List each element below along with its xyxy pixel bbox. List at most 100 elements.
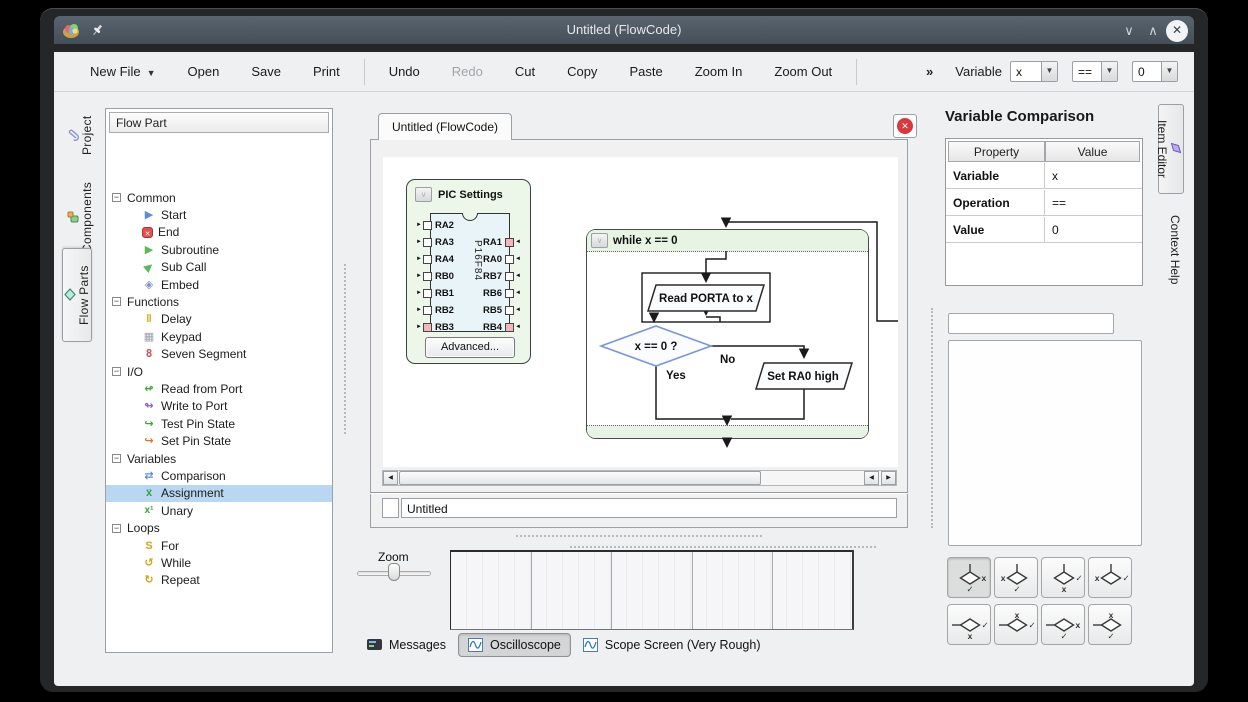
collapse-button[interactable]: ∨ (415, 187, 432, 202)
zoom-slider-thumb[interactable] (388, 563, 400, 581)
bottom-tab-scope-screen-very-rough[interactable]: Scope Screen (Very Rough) (574, 634, 770, 656)
pin-rb1[interactable]: ►RB1 (416, 287, 456, 299)
decision-layout-left-x-top-check-right[interactable]: x✓ (994, 604, 1038, 645)
chevron-down-icon[interactable]: ▼ (1101, 62, 1117, 81)
advanced-button[interactable]: Advanced... (425, 337, 515, 358)
tree-collapse-icon[interactable]: − (112, 193, 121, 202)
tree-item-i-o[interactable]: −I/O (106, 363, 332, 380)
splitter-handle[interactable] (931, 308, 933, 528)
maximize-button[interactable]: ∧ (1144, 23, 1162, 39)
tree-collapse-icon[interactable]: − (112, 524, 121, 533)
toolbar-button-new-file[interactable]: New File▼ (74, 59, 172, 84)
items-listbox[interactable] (948, 340, 1142, 546)
scrollbar-thumb[interactable] (399, 471, 761, 485)
table-cell[interactable]: x (1045, 163, 1142, 189)
tree-collapse-icon[interactable]: − (112, 367, 121, 376)
tree-item-for[interactable]: For (106, 537, 332, 554)
pin-checkbox[interactable] (505, 306, 514, 315)
close-button[interactable]: ✕ (1166, 20, 1188, 42)
tree-item-variables[interactable]: −Variables (106, 450, 332, 467)
tree-item-sub-call[interactable]: Sub Call (106, 259, 332, 276)
pin-ra4[interactable]: ►RA4 (416, 253, 456, 265)
bottom-tab-messages[interactable]: Messages (358, 634, 455, 656)
pin-ra0[interactable]: RA0◄ (481, 253, 521, 265)
tab-project[interactable]: Project (66, 102, 94, 168)
toolbar-button-cut[interactable]: Cut (499, 59, 551, 84)
decision-layout-left-x-bottom-check-right[interactable]: x✓ (947, 604, 991, 645)
pin-checkbox[interactable] (423, 272, 432, 281)
variable-select[interactable]: x ▼ (1010, 61, 1058, 82)
macro-name-field[interactable]: Untitled (401, 498, 897, 518)
pin-checkbox[interactable] (423, 289, 432, 298)
toolbar-button-save[interactable]: Save (235, 59, 297, 84)
pin-ra3[interactable]: ►RA3 (416, 236, 456, 248)
table-cell[interactable]: == (1045, 190, 1142, 216)
tree-item-start[interactable]: Start (106, 206, 332, 223)
tree-item-assignment[interactable]: Assignment (106, 485, 332, 502)
tree-collapse-icon[interactable]: − (112, 454, 121, 463)
tree-item-delay[interactable]: Delay (106, 311, 332, 328)
tree-item-common[interactable]: −Common (106, 189, 332, 206)
tab-flow-parts[interactable]: Flow Parts (62, 248, 92, 342)
decision-layout-top-x-right-check-bottom[interactable]: x✓ (947, 557, 991, 598)
tree-item-loops[interactable]: −Loops (106, 520, 332, 537)
decision-layout-top-x-bottom-check-right[interactable]: x✓ (1041, 557, 1085, 598)
splitter-handle[interactable] (516, 535, 762, 537)
table-cell[interactable]: 0 (1045, 217, 1142, 243)
tree-item-embed[interactable]: Embed (106, 276, 332, 293)
toolbar-button-zoom-out[interactable]: Zoom Out (758, 59, 848, 84)
splitter-handle[interactable] (570, 546, 876, 548)
while-loop-box[interactable]: ∨ while x == 0 (586, 229, 869, 439)
tree-collapse-icon[interactable]: − (112, 297, 121, 306)
tree-item-set-pin-state[interactable]: Set Pin State (106, 433, 332, 450)
tree-item-seven-segment[interactable]: Seven Segment (106, 346, 332, 363)
pin-checkbox[interactable] (423, 306, 432, 315)
toolbar-button-open[interactable]: Open (172, 59, 236, 84)
pin-checkbox[interactable] (423, 323, 432, 332)
tree-item-subroutine[interactable]: Subroutine (106, 241, 332, 258)
tree-item-test-pin-state[interactable]: Test Pin State (106, 415, 332, 432)
pin-rb7[interactable]: RB7◄ (481, 270, 521, 282)
pin-rb5[interactable]: RB5◄ (481, 304, 521, 316)
pin-rb2[interactable]: ►RB2 (416, 304, 456, 316)
tree-item-keypad[interactable]: Keypad (106, 328, 332, 345)
tree-item-write-to-port[interactable]: Write to Port (106, 398, 332, 415)
scroll-left-button[interactable]: ◀ (864, 471, 879, 485)
toolbar-button-copy[interactable]: Copy (551, 59, 613, 84)
bottom-tab-oscilloscope[interactable]: Oscilloscope (458, 633, 571, 657)
toolbar-button-paste[interactable]: Paste (613, 59, 678, 84)
table-header-value[interactable]: Value (1045, 141, 1140, 162)
splitter-handle[interactable] (344, 264, 346, 434)
tab-document[interactable]: Untitled (FlowCode) (378, 113, 512, 140)
tab-item-editor[interactable]: Item Editor (1158, 104, 1184, 194)
pin-checkbox[interactable] (505, 323, 514, 332)
tab-context-help[interactable]: Context Help (1160, 210, 1182, 290)
decision-layout-left-x-right-check-bottom[interactable]: x✓ (1041, 604, 1085, 645)
chevron-down-icon[interactable]: ▼ (1161, 62, 1177, 81)
tree-item-unary[interactable]: Unary (106, 502, 332, 519)
tree-item-repeat[interactable]: Repeat (106, 572, 332, 589)
chevron-down-icon[interactable]: ▼ (1041, 62, 1057, 81)
decision-layout-left-x-top-check-bottom[interactable]: x✓ (1088, 604, 1132, 645)
tree-item-read-from-port[interactable]: Read from Port (106, 380, 332, 397)
toolbar-overflow-chevron-icon[interactable]: » (926, 64, 933, 79)
pin-checkbox[interactable] (505, 289, 514, 298)
tree-item-while[interactable]: While (106, 554, 332, 571)
pin-rb4[interactable]: RB4◄ (481, 321, 521, 333)
flowchart-canvas[interactable]: ∨ PIC Settings P16F84 ►RA2►RA3►RA4►RB0►R… (383, 157, 898, 467)
document-close-button[interactable]: ✕ (893, 114, 917, 138)
pin-checkbox[interactable] (423, 255, 432, 264)
tree-item-functions[interactable]: −Functions (106, 293, 332, 310)
toolbar-button-undo[interactable]: Undo (373, 59, 436, 84)
toolbar-button-zoom-in[interactable]: Zoom In (679, 59, 759, 84)
scroll-right-button[interactable]: ▶ (881, 471, 896, 485)
pin-checkbox[interactable] (505, 272, 514, 281)
tree-item-end[interactable]: End (106, 224, 332, 241)
pin-checkbox[interactable] (423, 221, 432, 230)
pin-rb3[interactable]: ►RB3 (416, 321, 456, 333)
toolbar-button-redo[interactable]: Redo (436, 59, 499, 84)
pin-rb0[interactable]: ►RB0 (416, 270, 456, 282)
operator-select[interactable]: == ▼ (1072, 61, 1118, 82)
minimize-button[interactable]: ∨ (1120, 23, 1138, 39)
pin-checkbox[interactable] (505, 238, 514, 247)
